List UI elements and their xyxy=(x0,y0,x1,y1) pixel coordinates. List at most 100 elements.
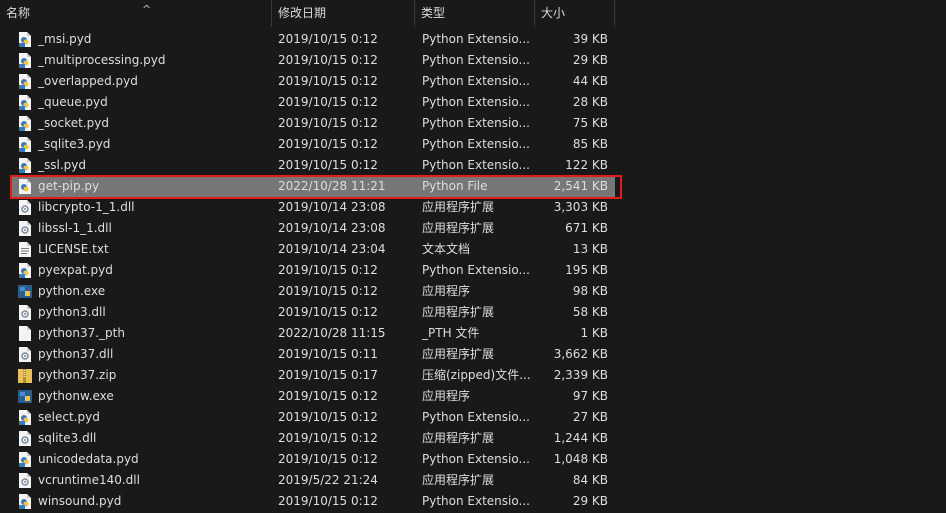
dll-file-icon xyxy=(18,200,32,215)
file-type: 应用程序扩展 xyxy=(422,200,495,214)
file-name: python37.zip xyxy=(38,368,117,382)
file-type: 应用程序扩展 xyxy=(422,431,495,445)
file-type: 应用程序扩展 xyxy=(422,347,495,361)
file-row[interactable]: pythonw.exe 2019/10/15 0:12 应用程序 97 KB xyxy=(10,386,615,407)
file-type: 应用程序扩展 xyxy=(422,221,495,235)
pyd-file-icon xyxy=(18,32,32,47)
file-row[interactable]: LICENSE.txt 2019/10/14 23:04 文本文档 13 KB xyxy=(10,239,615,260)
file-name: libssl-1_1.dll xyxy=(38,221,112,235)
pyd-file-icon xyxy=(18,410,32,425)
file-date: 2019/10/15 0:17 xyxy=(278,368,378,382)
column-header-date-label: 修改日期 xyxy=(278,6,327,20)
blank-file-icon xyxy=(18,326,32,341)
file-size: 85 KB xyxy=(572,137,608,151)
file-row[interactable]: _multiprocessing.pyd 2019/10/15 0:12 Pytho… xyxy=(10,50,615,71)
file-date: 2019/10/15 0:12 xyxy=(278,305,378,319)
pyd-file-icon xyxy=(18,116,32,131)
file-type: 应用程序 xyxy=(422,284,471,298)
file-date: 2019/10/15 0:11 xyxy=(278,347,378,361)
file-row[interactable]: python37.zip 2019/10/15 0:17 压缩(zipped)文件.… xyxy=(10,365,615,386)
file-row[interactable]: sqlite3.dll 2019/10/15 0:12 应用程序扩展 1,244 KB xyxy=(10,428,615,449)
file-row[interactable]: select.pyd 2019/10/15 0:12 Python Extensio… xyxy=(10,407,615,428)
file-size: 195 KB xyxy=(565,263,608,277)
text-file-icon xyxy=(18,242,32,257)
file-row[interactable]: python.exe 2019/10/15 0:12 应用程序 98 KB xyxy=(10,281,615,302)
file-date: 2019/10/15 0:12 xyxy=(278,494,378,508)
file-type: 应用程序扩展 xyxy=(422,305,495,319)
file-size: 97 KB xyxy=(572,389,608,403)
file-name: get-pip.py xyxy=(38,179,100,193)
file-size: 1,244 KB xyxy=(553,431,608,445)
file-type: Python Extensio... xyxy=(422,263,530,277)
file-name: pythonw.exe xyxy=(38,389,114,403)
file-date: 2022/10/28 11:15 xyxy=(278,326,386,340)
pyd-file-icon xyxy=(18,158,32,173)
dll-file-icon xyxy=(18,347,32,362)
file-name: pyexpat.pyd xyxy=(38,263,113,277)
file-row[interactable]: libssl-1_1.dll 2019/10/14 23:08 应用程序扩展 671 … xyxy=(10,218,615,239)
file-row[interactable]: _socket.pyd 2019/10/15 0:12 Python Extensi… xyxy=(10,113,615,134)
column-header-name[interactable]: 名称 ^ xyxy=(0,0,272,27)
file-name: _socket.pyd xyxy=(38,116,109,130)
file-date: 2019/10/15 0:12 xyxy=(278,389,378,403)
file-size: 671 KB xyxy=(565,221,608,235)
file-type: Python Extensio... xyxy=(422,53,530,67)
file-row[interactable]: unicodedata.pyd 2019/10/15 0:12 Python Ext… xyxy=(10,449,615,470)
file-date: 2019/10/15 0:12 xyxy=(278,137,378,151)
pyd-file-icon xyxy=(18,137,32,152)
file-name: python37._pth xyxy=(38,326,125,340)
file-name: python3.dll xyxy=(38,305,106,319)
column-header-date[interactable]: 修改日期 xyxy=(272,0,415,27)
file-row[interactable]: _queue.pyd 2019/10/15 0:12 Python Extensio… xyxy=(10,92,615,113)
file-size: 98 KB xyxy=(572,284,608,298)
file-row[interactable]: libcrypto-1_1.dll 2019/10/14 23:08 应用程序扩展 3… xyxy=(10,197,615,218)
pyd-file-icon xyxy=(18,95,32,110)
file-type: Python Extensio... xyxy=(422,158,530,172)
column-header-size-label: 大小 xyxy=(541,6,566,20)
file-date: 2019/10/15 0:12 xyxy=(278,263,378,277)
file-row[interactable]: _sqlite3.pyd 2019/10/15 0:12 Python Extens… xyxy=(10,134,615,155)
file-type: Python Extensio... xyxy=(422,32,530,46)
file-size: 29 KB xyxy=(572,53,608,67)
file-row[interactable]: _overlapped.pyd 2019/10/15 0:12 Python Ext… xyxy=(10,71,615,92)
file-size: 58 KB xyxy=(572,305,608,319)
file-date: 2019/10/14 23:08 xyxy=(278,200,386,214)
column-header-type[interactable]: 类型 xyxy=(415,0,535,27)
file-row[interactable]: python3.dll 2019/10/15 0:12 应用程序扩展 58 KB xyxy=(10,302,615,323)
file-row[interactable]: pyexpat.pyd 2019/10/15 0:12 Python Extensi… xyxy=(10,260,615,281)
column-header-size[interactable]: 大小 xyxy=(535,0,615,27)
dll-file-icon xyxy=(18,473,32,488)
file-date: 2019/10/15 0:12 xyxy=(278,74,378,88)
file-size: 3,662 KB xyxy=(553,347,608,361)
file-size: 2,541 KB xyxy=(553,179,608,193)
file-type: Python Extensio... xyxy=(422,116,530,130)
file-row[interactable]: winsound.pyd 2019/10/15 0:12 Python Extens… xyxy=(10,491,615,512)
file-date: 2019/10/15 0:12 xyxy=(278,116,378,130)
file-name: _overlapped.pyd xyxy=(38,74,138,88)
file-row[interactable]: vcruntime140.dll 2019/5/22 21:24 应用程序扩展 84 … xyxy=(10,470,615,491)
dll-file-icon xyxy=(18,221,32,236)
file-type: Python Extensio... xyxy=(422,452,530,466)
file-type: 应用程序 xyxy=(422,389,471,403)
file-name: _sqlite3.pyd xyxy=(38,137,111,151)
file-name: winsound.pyd xyxy=(38,494,122,508)
file-size: 75 KB xyxy=(572,116,608,130)
pyd-file-icon xyxy=(18,53,32,68)
file-name: vcruntime140.dll xyxy=(38,473,140,487)
python-exe-icon xyxy=(18,284,32,299)
file-row[interactable]: python37.dll 2019/10/15 0:11 应用程序扩展 3,662 K… xyxy=(10,344,615,365)
file-type: Python Extensio... xyxy=(422,137,530,151)
column-header-name-label: 名称 xyxy=(6,6,31,20)
file-type: Python Extensio... xyxy=(422,494,530,508)
file-name: _msi.pyd xyxy=(38,32,92,46)
file-row[interactable]: _msi.pyd 2019/10/15 0:12 Python Extensio..… xyxy=(10,29,615,50)
file-date: 2019/10/14 23:04 xyxy=(278,242,386,256)
file-row[interactable]: python37._pth 2022/10/28 11:15 _PTH 文件 1 KB xyxy=(10,323,615,344)
file-size: 39 KB xyxy=(572,32,608,46)
column-header-bar: 名称 ^ 修改日期 类型 大小 xyxy=(0,0,946,27)
file-row[interactable]: get-pip.py 2022/10/28 11:21 Python File 2,5… xyxy=(10,176,615,197)
file-size: 122 KB xyxy=(565,158,608,172)
file-row[interactable]: _ssl.pyd 2019/10/15 0:12 Python Extensio..… xyxy=(10,155,615,176)
file-name: _queue.pyd xyxy=(38,95,108,109)
file-name: select.pyd xyxy=(38,410,100,424)
